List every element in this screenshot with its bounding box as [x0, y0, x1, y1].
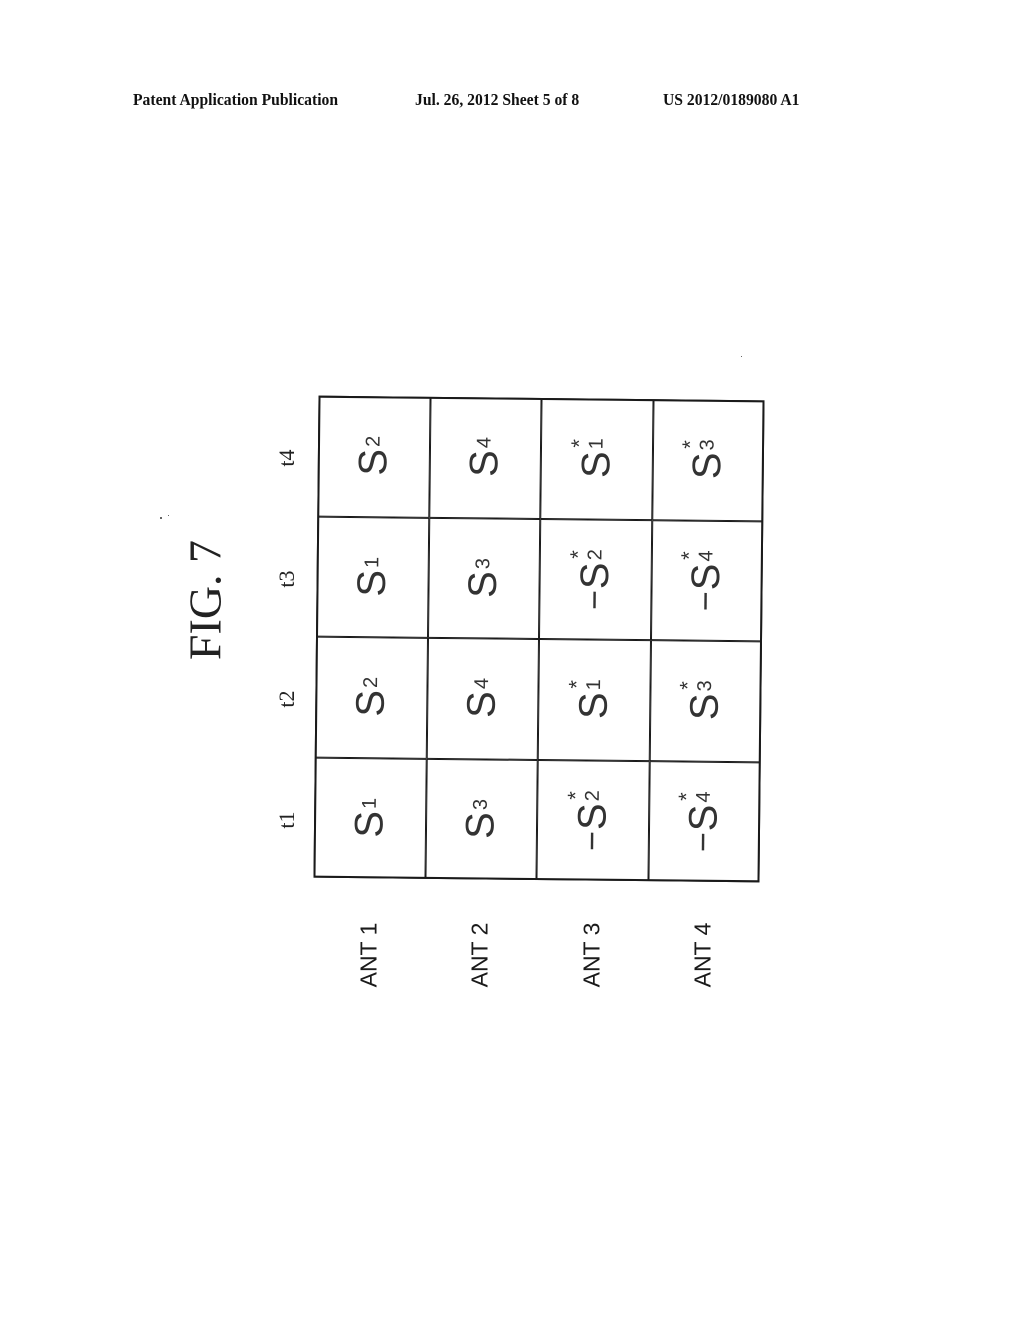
matrix-cell: S2 [314, 636, 428, 759]
symbol: S1 [347, 797, 392, 838]
symbol-letter: S [348, 689, 393, 718]
symbol-base: S * [566, 439, 619, 479]
symbol-index: 4 [695, 550, 718, 562]
page-header: Patent Application Publication Jul. 26, … [0, 90, 1024, 114]
matrix-cell: − S * 2 [539, 518, 652, 641]
matrix-cell: − S * 4 [650, 519, 764, 642]
scan-speck [741, 356, 742, 357]
scan-speck [168, 515, 169, 516]
symbol: S3 [459, 799, 504, 840]
symbol-letter: S [462, 450, 507, 478]
symbol-letter: S [682, 693, 728, 721]
symbol-index: 3 [694, 680, 717, 692]
matrix-cell: S1 [313, 757, 427, 879]
symbol: − S * 4 [674, 791, 728, 853]
symbol-index: 2 [359, 676, 382, 689]
symbol: S * 1 [564, 679, 616, 720]
symbol-base: S * [674, 792, 727, 832]
matrix-cell: S * 1 [537, 639, 651, 761]
symbol-index: 2 [584, 548, 607, 561]
symbol: S2 [348, 677, 393, 718]
symbol: S * 3 [675, 680, 728, 721]
symbol-base: S * [565, 550, 618, 590]
matrix-cell: S3 [424, 758, 538, 880]
matrix-cell: S4 [428, 396, 542, 519]
matrix-cell: − S * 4 [647, 760, 761, 883]
symbol-letter: S [684, 563, 729, 591]
matrix-cell: S3 [427, 517, 541, 639]
symbol: S * 3 [678, 439, 730, 480]
symbol-base: S * [677, 551, 729, 591]
symbol-letter: S [458, 811, 503, 839]
symbol-letter: S [459, 691, 505, 719]
symbol-index: 2 [362, 435, 385, 448]
publication-type: Patent Application Publication [133, 90, 339, 109]
matrix-cell: − S * 2 [536, 759, 650, 882]
symbol-base: S [351, 449, 396, 476]
matrix-cell: S1 [316, 516, 429, 638]
symbol-letter: S [349, 569, 394, 597]
symbol-letter: S [681, 804, 727, 832]
symbol-base: S [347, 810, 392, 837]
symbol-letter: S [570, 802, 615, 831]
symbol-base: S * [564, 680, 616, 720]
symbol-letter: S [572, 561, 618, 590]
scan-speck [160, 517, 162, 519]
symbol: S2 [351, 436, 396, 477]
symbol-index: 4 [693, 791, 716, 803]
symbol-letter: S [347, 810, 392, 838]
symbol-base: S * [563, 791, 615, 831]
symbol-base: S [459, 812, 504, 839]
symbol-letter: S [571, 692, 616, 720]
symbol: S4 [462, 437, 507, 478]
symbol-index: 4 [471, 678, 494, 690]
symbol-base: S * [675, 681, 728, 721]
matrix-cell: S4 [426, 637, 539, 760]
symbol-base: S * [678, 440, 730, 480]
negation-sign: − [573, 830, 612, 851]
symbol-index: 1 [358, 797, 381, 809]
publication-date-sheet: Jul. 26, 2012 Sheet 5 of 8 [415, 90, 580, 109]
matrix-cell: S * 1 [540, 398, 654, 520]
matrix-cell: S2 [317, 395, 431, 518]
symbol-base: S [460, 691, 505, 718]
symbol-base: S [348, 690, 393, 717]
symbol: − S * 4 [677, 550, 730, 612]
space-time-code-matrix: S * 3− S * 4 S * 3− S * 4 S * 1− S * 2 S * 1− S * 2 S 4 S 3 S 4 S 3 S 2 S 1… [313, 395, 765, 883]
symbol: S4 [460, 678, 505, 719]
symbol-base: S [462, 450, 507, 477]
publication-number: US 2012/0189080 A1 [663, 90, 800, 109]
symbol-letter: S [350, 448, 396, 477]
symbol: S * 1 [566, 438, 619, 479]
symbol-index: 2 [581, 789, 604, 802]
symbol-letter: S [461, 570, 506, 598]
symbol-base: S [461, 571, 506, 598]
symbol-index: 4 [473, 437, 496, 449]
matrix-cell: S * 3 [651, 399, 765, 521]
symbol-index: 1 [582, 679, 605, 691]
symbol-base: S [350, 569, 395, 596]
symbol: − S * 2 [565, 548, 619, 610]
matrix-cell: S * 3 [649, 640, 762, 762]
symbol-index: 1 [360, 556, 384, 568]
symbol: − S * 2 [563, 789, 616, 851]
symbol-letter: S [573, 451, 619, 479]
symbol: S1 [350, 556, 395, 597]
symbol-index: 3 [469, 798, 493, 810]
symbol-index: 3 [696, 439, 719, 451]
symbol: S3 [461, 558, 506, 599]
symbol-index: 1 [585, 438, 608, 450]
symbol-letter: S [685, 452, 730, 480]
negation-sign: − [575, 589, 614, 610]
symbol-index: 3 [472, 557, 495, 569]
negation-sign: − [684, 831, 723, 853]
negation-sign: − [687, 590, 726, 612]
